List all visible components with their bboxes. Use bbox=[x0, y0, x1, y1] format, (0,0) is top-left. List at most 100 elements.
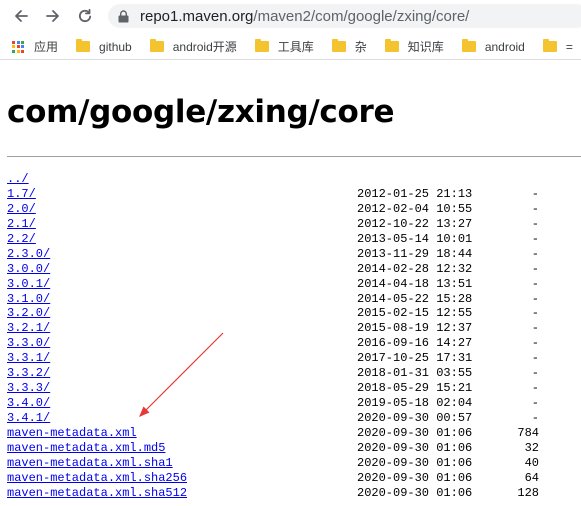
divider bbox=[7, 156, 581, 157]
file-link[interactable]: 3.3.0/ bbox=[7, 336, 50, 350]
file-link[interactable]: 3.0.0/ bbox=[7, 262, 50, 276]
modified-date: 2020-09-30 01:06 bbox=[357, 425, 473, 440]
file-size: - bbox=[531, 396, 539, 411]
file-link[interactable]: 3.1.0/ bbox=[7, 292, 50, 306]
file-link[interactable]: maven-metadata.xml.sha512 bbox=[7, 486, 187, 500]
listing-row: 2.2/2013-05-14 10:01 - bbox=[7, 232, 581, 247]
bookmark-knowledge[interactable]: 知识库 bbox=[375, 36, 452, 58]
file-link[interactable]: maven-metadata.xml bbox=[7, 426, 137, 440]
bookmarks-bar: 应用 github android开源 工具库 杂 知识库 android = bbox=[0, 34, 581, 60]
bookmark-label: android bbox=[484, 39, 525, 54]
modified-date: 2016-09-16 14:27 bbox=[357, 336, 473, 351]
folder-icon bbox=[331, 39, 346, 52]
file-size: - bbox=[531, 186, 539, 201]
bookmark-tools[interactable]: 工具库 bbox=[245, 36, 322, 58]
listing-row: 3.3.0/2016-09-16 14:27 - bbox=[7, 336, 581, 351]
modified-date: 2019-05-18 02:04 bbox=[357, 396, 473, 411]
file-size: - bbox=[531, 261, 539, 276]
bookmark-more[interactable]: = bbox=[533, 36, 581, 58]
modified-date: 2015-02-15 12:55 bbox=[357, 306, 473, 321]
modified-date: 2012-10-22 13:27 bbox=[357, 216, 473, 231]
file-link[interactable]: 1.7/ bbox=[7, 187, 36, 201]
forward-button[interactable] bbox=[42, 5, 64, 27]
reload-button[interactable] bbox=[74, 5, 96, 27]
file-link[interactable]: 3.3.3/ bbox=[7, 381, 50, 395]
file-size: 32 bbox=[524, 440, 539, 455]
file-size: 40 bbox=[524, 455, 539, 470]
folder-icon bbox=[542, 39, 557, 52]
file-link[interactable]: 2.1/ bbox=[7, 217, 36, 231]
modified-date: 2012-02-04 10:55 bbox=[357, 201, 473, 216]
page-content: com/google/zxing/core ../1.7/2012-01-25 … bbox=[7, 60, 581, 501]
file-size: - bbox=[531, 411, 539, 425]
file-size: - bbox=[531, 381, 539, 396]
listing-row: 3.4.0/2019-05-18 02:04 - bbox=[7, 396, 581, 411]
file-link[interactable]: 2.3.0/ bbox=[7, 247, 50, 261]
listing-row: ../ bbox=[7, 172, 581, 187]
modified-date: 2018-05-29 15:21 bbox=[357, 381, 473, 396]
file-link[interactable]: 2.2/ bbox=[7, 232, 36, 246]
bookmark-misc[interactable]: 杂 bbox=[322, 36, 375, 58]
file-link[interactable]: 2.0/ bbox=[7, 202, 36, 216]
bookmark-label: github bbox=[99, 39, 132, 54]
bookmark-label: 杂 bbox=[354, 40, 367, 54]
file-size: - bbox=[531, 291, 539, 306]
listing-row: 2.3.0/2013-11-29 18:44 - bbox=[7, 247, 581, 262]
modified-date: 2015-08-19 12:37 bbox=[357, 321, 473, 336]
url-path: /maven2/com/google/zxing/core/ bbox=[253, 7, 470, 25]
file-link[interactable]: 3.4.1/ bbox=[7, 411, 50, 425]
listing-row: 3.4.1/2020-09-30 00:57 - bbox=[7, 411, 581, 426]
file-link[interactable]: 3.4.0/ bbox=[7, 396, 50, 410]
file-link[interactable]: 3.2.0/ bbox=[7, 306, 50, 320]
modified-date: 2020-09-30 01:06 bbox=[357, 440, 473, 455]
listing-row: 3.3.3/2018-05-29 15:21 - bbox=[7, 381, 581, 396]
file-link[interactable]: maven-metadata.xml.sha1 bbox=[7, 456, 173, 470]
modified-date: 2012-01-25 21:13 bbox=[357, 186, 473, 201]
listing-row: 3.2.0/2015-02-15 12:55 - bbox=[7, 306, 581, 321]
file-size: - bbox=[531, 231, 539, 246]
forward-arrow-icon bbox=[46, 10, 59, 22]
browser-toolbar: repo1.maven.org/maven2/com/google/zxing/… bbox=[0, 0, 581, 32]
bookmark-label: 工具库 bbox=[277, 40, 314, 54]
bookmark-android[interactable]: android bbox=[452, 36, 533, 58]
file-link[interactable]: 3.3.1/ bbox=[7, 351, 50, 365]
modified-date: 2013-11-29 18:44 bbox=[357, 246, 473, 261]
modified-date: 2020-09-30 00:57 bbox=[357, 411, 473, 425]
folder-icon bbox=[254, 39, 269, 52]
bookmark-android-opensource[interactable]: android开源 bbox=[140, 36, 245, 58]
lock-icon bbox=[118, 9, 130, 23]
file-link[interactable]: 3.2.1/ bbox=[7, 321, 50, 335]
bookmark-label: android开源 bbox=[172, 40, 237, 54]
page-title: com/google/zxing/core bbox=[7, 94, 395, 130]
url-host: repo1.maven.org bbox=[140, 7, 254, 25]
file-size: - bbox=[531, 336, 539, 351]
bookmark-label: 知识库 bbox=[407, 40, 444, 54]
modified-date: 2018-01-31 03:55 bbox=[357, 366, 473, 381]
file-link[interactable]: maven-metadata.xml.md5 bbox=[7, 441, 165, 455]
bookmark-github[interactable]: github bbox=[66, 36, 140, 58]
modified-date: 2014-02-28 12:32 bbox=[357, 261, 473, 276]
modified-date: 2020-09-30 01:06 bbox=[357, 455, 473, 470]
file-link[interactable]: 3.0.1/ bbox=[7, 277, 50, 291]
apps-icon bbox=[12, 40, 24, 53]
bookmark-apps[interactable]: 应用 bbox=[0, 36, 66, 58]
modified-date: 2020-09-30 01:06 bbox=[357, 470, 473, 485]
file-link[interactable]: ../ bbox=[7, 172, 29, 186]
address-bar[interactable]: repo1.maven.org/maven2/com/google/zxing/… bbox=[108, 4, 581, 28]
file-size: 64 bbox=[524, 470, 539, 485]
file-size: - bbox=[531, 276, 539, 291]
directory-listing: ../1.7/2012-01-25 21:13 - 2.0/2012-02-04 1… bbox=[7, 172, 581, 501]
listing-row: maven-metadata.xml.sha1 2020-09-30 01:06 4… bbox=[7, 456, 581, 471]
file-size: 784 bbox=[517, 425, 539, 440]
folder-icon bbox=[384, 39, 399, 52]
folder-icon bbox=[76, 39, 91, 52]
listing-row: 3.3.1/2017-10-25 17:31 - bbox=[7, 351, 581, 366]
file-link[interactable]: maven-metadata.xml.sha256 bbox=[7, 471, 187, 485]
back-button[interactable] bbox=[10, 5, 32, 27]
file-link[interactable]: 3.3.2/ bbox=[7, 366, 50, 380]
modified-date: 2013-05-14 10:01 bbox=[357, 231, 473, 246]
file-size: - bbox=[531, 201, 539, 216]
modified-date: 2014-05-22 15:28 bbox=[357, 291, 473, 306]
back-arrow-icon bbox=[15, 10, 28, 22]
listing-row: maven-metadata.xml.sha512 2020-09-30 01:0… bbox=[7, 486, 581, 501]
